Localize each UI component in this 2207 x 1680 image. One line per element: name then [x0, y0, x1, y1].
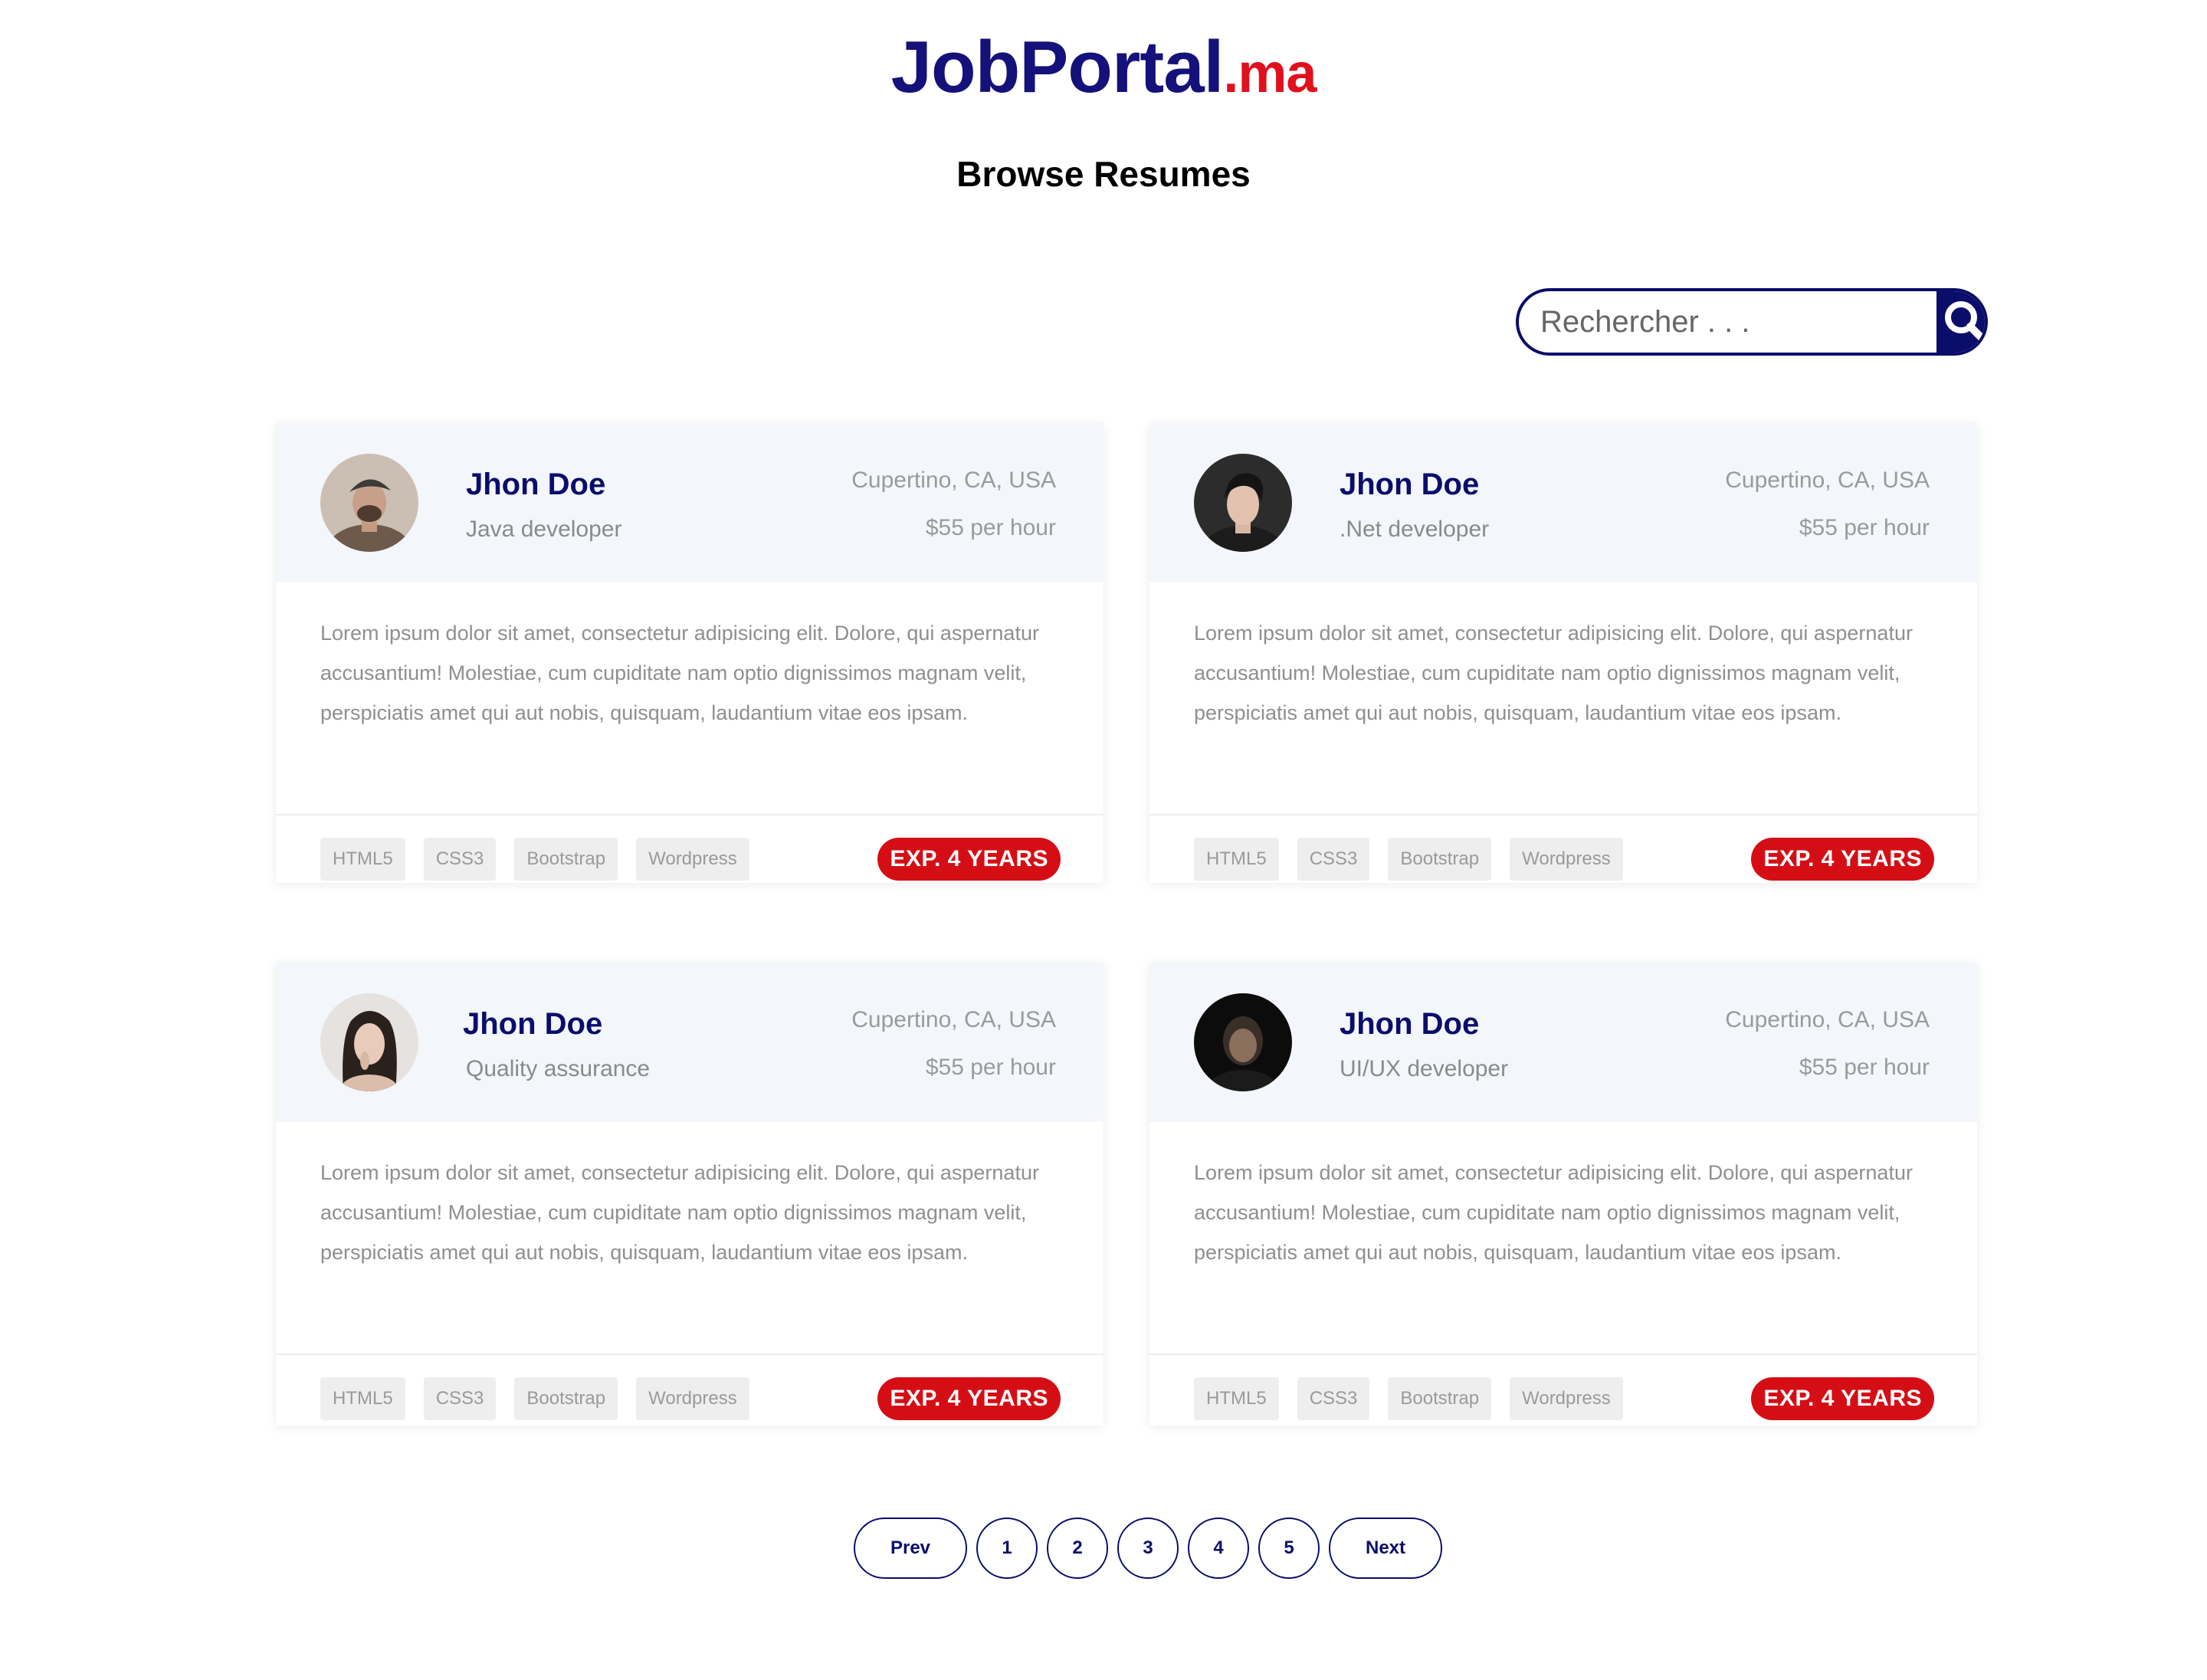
skill-tag[interactable]: HTML5 — [320, 838, 405, 881]
skill-tags: HTML5 CSS3 Bootstrap Wordpress — [1194, 1377, 1623, 1420]
card-divider — [276, 1354, 1104, 1355]
site-header: JobPortal.ma — [0, 31, 2207, 104]
page-button-3[interactable]: 3 — [1117, 1518, 1179, 1579]
search-input[interactable] — [1519, 291, 1936, 353]
skill-tag[interactable]: HTML5 — [1194, 838, 1279, 881]
skill-tag[interactable]: CSS3 — [423, 1377, 497, 1420]
page-button-5[interactable]: 5 — [1258, 1518, 1320, 1579]
skill-tag[interactable]: Wordpress — [1510, 838, 1623, 881]
logo-name: JobPortal — [890, 26, 1225, 108]
avatar — [1194, 993, 1292, 1091]
prev-page-button[interactable]: Prev — [854, 1518, 967, 1579]
candidate-location: Cupertino, CA, USA — [1725, 1007, 1930, 1032]
skill-tag[interactable]: HTML5 — [320, 1377, 405, 1420]
search-bar — [1516, 288, 1988, 356]
page-button-2[interactable]: 2 — [1047, 1518, 1108, 1579]
candidate-description: Lorem ipsum dolor sit amet, consectetur … — [320, 1161, 1039, 1264]
card-divider — [276, 814, 1104, 815]
skill-tag[interactable]: CSS3 — [1297, 1377, 1370, 1420]
skill-tag[interactable]: Bootstrap — [514, 1377, 618, 1420]
candidate-rate: $55 per hour — [925, 515, 1056, 540]
skill-tag[interactable]: CSS3 — [1297, 838, 1370, 881]
candidate-rate: $55 per hour — [1799, 1055, 1930, 1080]
avatar — [320, 454, 418, 552]
candidate-rate: $55 per hour — [925, 1055, 1056, 1080]
candidate-name[interactable]: Jhon Doe — [1340, 1007, 1479, 1042]
candidate-location: Cupertino, CA, USA — [1725, 468, 1930, 493]
page-button-4[interactable]: 4 — [1188, 1518, 1249, 1579]
resume-card[interactable]: Jhon Doe Quality assurance Cupertino, CA… — [276, 963, 1104, 1426]
logo-tld: .ma — [1223, 43, 1317, 104]
skill-tag[interactable]: Bootstrap — [1388, 838, 1492, 881]
candidate-role: .Net developer — [1340, 517, 1490, 542]
skill-tags: HTML5 CSS3 Bootstrap Wordpress — [320, 1377, 749, 1420]
candidate-location: Cupertino, CA, USA — [851, 468, 1056, 493]
skill-tag[interactable]: Wordpress — [1510, 1377, 1623, 1420]
candidate-name[interactable]: Jhon Doe — [466, 468, 605, 502]
candidate-name[interactable]: Jhon Doe — [1340, 468, 1479, 502]
candidate-rate: $55 per hour — [1799, 515, 1930, 540]
page-title: Browse Resumes — [956, 154, 1251, 194]
card-divider — [1149, 814, 1977, 815]
search-button[interactable] — [1936, 291, 1985, 353]
skill-tag[interactable]: CSS3 — [423, 838, 497, 881]
skill-tag[interactable]: Bootstrap — [1388, 1377, 1492, 1420]
candidate-location: Cupertino, CA, USA — [851, 1007, 1056, 1032]
skill-tag[interactable]: HTML5 — [1194, 1377, 1279, 1420]
skill-tag[interactable]: Bootstrap — [514, 838, 618, 881]
next-page-button[interactable]: Next — [1329, 1518, 1442, 1579]
experience-badge: EXP. 4 YEARS — [877, 1377, 1061, 1420]
candidate-name[interactable]: Jhon Doe — [463, 1007, 602, 1042]
search-icon — [1945, 301, 1985, 344]
candidate-description: Lorem ipsum dolor sit amet, consectetur … — [1194, 1161, 1913, 1264]
candidate-role: Java developer — [466, 517, 622, 542]
skill-tag[interactable]: Wordpress — [636, 1377, 749, 1420]
candidate-role: Quality assurance — [466, 1056, 651, 1081]
experience-badge: EXP. 4 YEARS — [1751, 838, 1934, 881]
avatar — [320, 993, 418, 1091]
experience-badge: EXP. 4 YEARS — [877, 838, 1061, 881]
avatar — [1194, 454, 1292, 552]
page-button-1[interactable]: 1 — [976, 1518, 1038, 1579]
resume-card[interactable]: Jhon Doe .Net developer Cupertino, CA, U… — [1149, 423, 1977, 883]
card-divider — [1149, 1354, 1977, 1355]
candidate-role: UI/UX developer — [1340, 1056, 1509, 1081]
candidate-description: Lorem ipsum dolor sit amet, consectetur … — [320, 622, 1039, 724]
pagination: Prev 1 2 3 4 5 Next — [854, 1518, 1442, 1579]
candidate-description: Lorem ipsum dolor sit amet, consectetur … — [1194, 622, 1913, 724]
skill-tags: HTML5 CSS3 Bootstrap Wordpress — [320, 838, 749, 881]
experience-badge: EXP. 4 YEARS — [1751, 1377, 1934, 1420]
resume-card[interactable]: Jhon Doe Java developer Cupertino, CA, U… — [276, 423, 1104, 883]
skill-tags: HTML5 CSS3 Bootstrap Wordpress — [1194, 838, 1623, 881]
logo[interactable]: JobPortal.ma — [891, 31, 1317, 104]
skill-tag[interactable]: Wordpress — [636, 838, 749, 881]
resume-card[interactable]: Jhon Doe UI/UX developer Cupertino, CA, … — [1149, 963, 1977, 1426]
